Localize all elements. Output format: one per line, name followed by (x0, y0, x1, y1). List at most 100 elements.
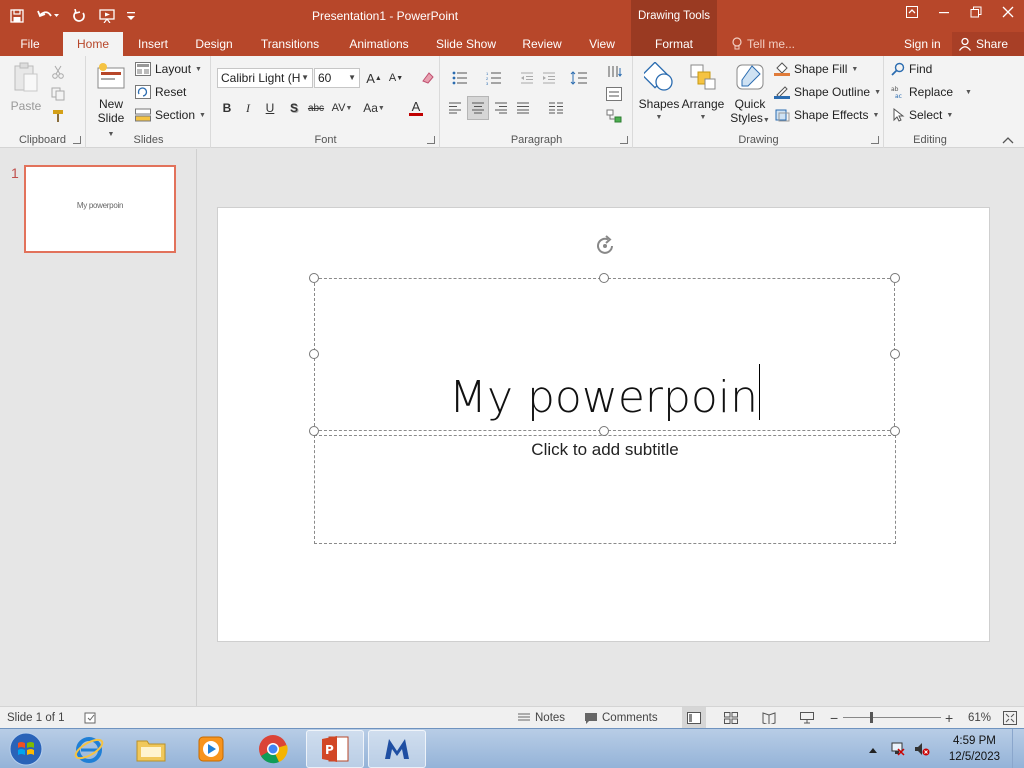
slide-canvas[interactable]: My powerpoin Click to add subtitle (217, 207, 990, 642)
columns-icon[interactable] (541, 98, 571, 118)
zoom-level[interactable]: 61% (968, 707, 991, 729)
numbering-icon[interactable]: 123 (479, 68, 509, 88)
section-button[interactable]: Section ▼ (135, 108, 206, 122)
resize-handle-bottom-left[interactable] (309, 426, 319, 436)
tell-me-box[interactable]: Tell me... (732, 32, 795, 56)
tab-review[interactable]: Review (514, 32, 570, 56)
ribbon-display-options-icon[interactable] (896, 0, 928, 24)
resize-handle-top-right[interactable] (890, 273, 900, 283)
shape-fill-button[interactable]: Shape Fill ▼ (774, 62, 858, 76)
show-desktop-button[interactable] (1012, 729, 1024, 768)
convert-to-smartart-icon[interactable] (601, 106, 627, 126)
volume-muted-icon[interactable] (914, 741, 930, 760)
line-spacing-icon[interactable] (565, 68, 593, 88)
new-slide-button[interactable]: New Slide ▼ (93, 62, 129, 142)
rotate-handle-icon[interactable] (594, 234, 618, 258)
bold-button[interactable]: B (217, 98, 237, 118)
shrink-font-button[interactable]: A ▼ (386, 68, 406, 88)
shapes-button[interactable]: Shapes ▼ (638, 61, 680, 125)
reset-button[interactable]: Reset (135, 85, 186, 99)
tab-slide-show[interactable]: Slide Show (430, 32, 502, 56)
clear-formatting-icon[interactable] (418, 68, 438, 88)
slide-show-view-icon[interactable] (800, 707, 814, 729)
resize-handle-bottom-right[interactable] (890, 426, 900, 436)
find-button[interactable]: Find (891, 62, 932, 76)
clipboard-dialog-launcher[interactable] (73, 136, 81, 144)
zoom-out-button[interactable]: − (830, 707, 838, 729)
media-player-icon[interactable] (182, 730, 240, 768)
strikethrough-button[interactable]: abc (306, 98, 326, 118)
cut-icon[interactable] (48, 62, 68, 82)
show-hidden-icons[interactable] (868, 743, 878, 757)
font-name-combo[interactable]: Calibri Light (H ▼ (217, 68, 313, 88)
resize-handle-left[interactable] (309, 349, 319, 359)
restore-button[interactable] (960, 0, 992, 24)
replace-button[interactable]: ab ac Replace ▼ (891, 85, 972, 99)
subtitle-placeholder[interactable]: Click to add subtitle (314, 435, 896, 544)
zoom-slider-track[interactable] (843, 717, 941, 718)
arrange-button[interactable]: Arrange ▼ (680, 62, 726, 125)
notes-button[interactable]: Notes (518, 707, 565, 729)
font-size-combo[interactable]: 60 ▼ (314, 68, 360, 88)
drawing-dialog-launcher[interactable] (871, 136, 879, 144)
resize-handle-bottom[interactable] (599, 426, 609, 436)
align-center-icon[interactable] (467, 96, 489, 120)
underline-button[interactable]: U (260, 98, 280, 118)
increase-indent-icon[interactable] (539, 68, 559, 88)
font-dialog-launcher[interactable] (427, 136, 435, 144)
malwarebytes-icon[interactable] (368, 730, 426, 768)
quick-styles-button[interactable]: Quick Styles▼ (728, 62, 772, 128)
tab-file[interactable]: File (0, 32, 60, 56)
align-right-icon[interactable] (491, 98, 511, 118)
tab-home[interactable]: Home (63, 32, 123, 56)
tab-design[interactable]: Design (186, 32, 242, 56)
tab-view[interactable]: View (582, 32, 622, 56)
resize-handle-right[interactable] (890, 349, 900, 359)
chrome-icon[interactable] (244, 730, 302, 768)
title-placeholder[interactable]: My powerpoin (314, 278, 895, 431)
italic-button[interactable]: I (238, 98, 258, 118)
bullets-icon[interactable] (445, 68, 475, 88)
resize-handle-top-left[interactable] (309, 273, 319, 283)
copy-icon[interactable] (48, 84, 68, 104)
tab-transitions[interactable]: Transitions (252, 32, 328, 56)
close-button[interactable] (992, 0, 1024, 24)
slide-sorter-view-icon[interactable] (724, 707, 738, 729)
change-case-button[interactable]: Aa ▼ (360, 98, 388, 118)
sign-in-link[interactable]: Sign in (904, 32, 941, 56)
shadow-button[interactable]: S (284, 98, 304, 118)
select-button[interactable]: Select ▼ (891, 108, 953, 122)
internet-explorer-icon[interactable] (60, 730, 118, 768)
justify-icon[interactable] (513, 98, 533, 118)
title-text-line[interactable]: My powerpoin (315, 364, 894, 424)
shape-outline-button[interactable]: Shape Outline ▼ (774, 85, 881, 99)
grow-font-button[interactable]: A ▲ (364, 68, 384, 88)
start-button[interactable] (6, 731, 46, 767)
comments-button[interactable]: Comments (585, 707, 658, 729)
align-left-icon[interactable] (445, 98, 465, 118)
resize-handle-top[interactable] (599, 273, 609, 283)
paragraph-dialog-launcher[interactable] (620, 136, 628, 144)
tab-format[interactable]: Format (631, 32, 717, 56)
powerpoint-taskbar-icon[interactable]: P (306, 730, 364, 768)
font-color-button[interactable]: A (402, 98, 430, 118)
network-icon[interactable] (890, 741, 906, 760)
tab-animations[interactable]: Animations (340, 32, 418, 56)
file-explorer-icon[interactable] (122, 730, 180, 768)
character-spacing-button[interactable]: AV ▼ (328, 98, 356, 118)
format-painter-icon[interactable] (48, 106, 68, 126)
collapse-ribbon-icon[interactable] (1002, 133, 1014, 144)
share-button[interactable]: Share (952, 32, 1024, 56)
normal-view-icon[interactable] (682, 707, 706, 729)
minimize-button[interactable] (928, 0, 960, 24)
reading-view-icon[interactable] (762, 707, 776, 729)
zoom-slider-thumb[interactable] (870, 712, 873, 723)
fit-slide-icon[interactable] (1003, 707, 1017, 729)
paste-button[interactable]: Paste (8, 62, 44, 113)
zoom-in-button[interactable]: + (945, 707, 953, 729)
slide-thumbnail[interactable]: My powerpoin (24, 165, 176, 253)
shape-effects-button[interactable]: Shape Effects ▼ (774, 108, 879, 122)
system-clock[interactable]: 4:59 PM 12/5/2023 (949, 733, 1000, 765)
align-text-icon[interactable] (601, 84, 627, 104)
layout-button[interactable]: Layout ▼ (135, 62, 202, 76)
